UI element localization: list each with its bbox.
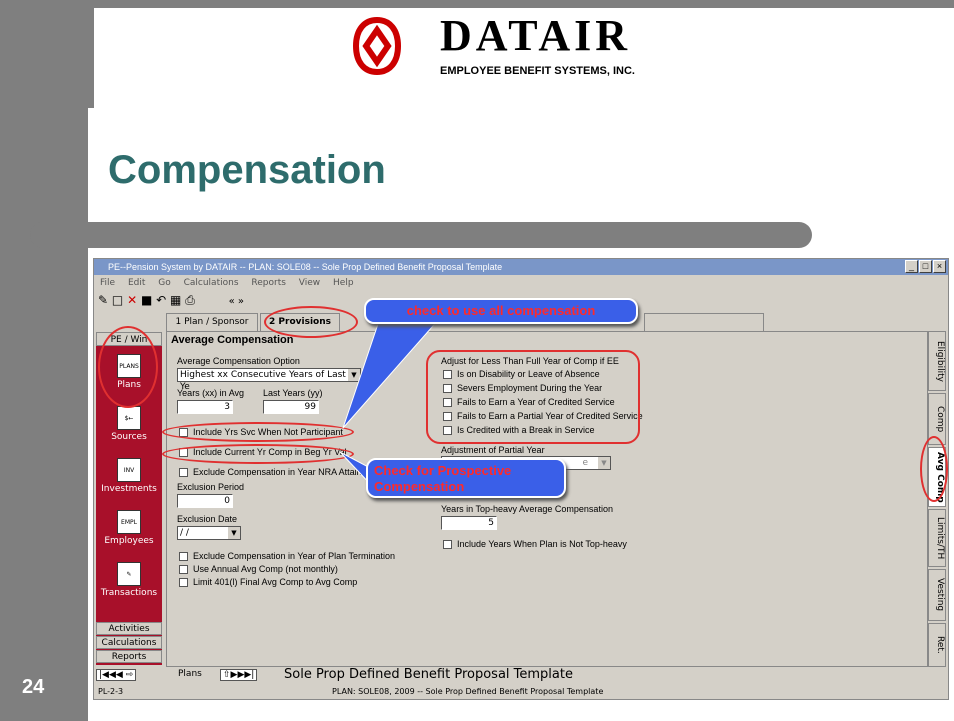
nav-employees[interactable]: EMPL Employees	[96, 510, 162, 546]
menu-file[interactable]: File	[100, 278, 115, 288]
exclude-termination-checkbox[interactable]	[179, 552, 188, 561]
close-button[interactable]: ×	[933, 260, 946, 273]
menu-view[interactable]: View	[299, 278, 320, 288]
record-navigator: |◀◀◀ ⇨ Plans ⇧▶▶▶| Sole Prop Defined Ben…	[94, 667, 948, 683]
exclusion-date-label: Exclusion Date	[177, 514, 238, 524]
adjust-highlight-ring	[426, 350, 640, 444]
sources-icon: $←	[117, 406, 141, 430]
nav-arrows[interactable]: « »	[229, 296, 244, 307]
nav-calculations[interactable]: Calculations	[96, 636, 162, 649]
last-years-label: Last Years (yy)	[263, 388, 323, 398]
status-bar: PL-2-3 PLAN: SOLE08, 2009 -- Sole Prop D…	[94, 685, 948, 699]
tab-ret[interactable]: Ret.	[928, 623, 946, 667]
yrs-svc-highlight-ring	[162, 422, 354, 442]
undo-icon[interactable]: ↶	[156, 293, 166, 307]
exclusion-period-label: Exclusion Period	[177, 482, 245, 492]
avg-option-label: Average Compensation Option	[177, 356, 300, 366]
window-titlebar: PE--Pension System by DATAIR -- PLAN: SO…	[94, 259, 948, 275]
next-record-button[interactable]: ⇧▶▶▶|	[220, 669, 258, 681]
menu-go[interactable]: Go	[158, 278, 170, 288]
status-code: PL-2-3	[98, 687, 124, 696]
investments-icon: INV	[117, 458, 141, 482]
limit-401-checkbox[interactable]	[179, 578, 188, 587]
years-in-avg-label: Years (xx) in Avg	[177, 388, 245, 398]
current-yr-highlight-ring	[162, 444, 354, 464]
exclude-nra-checkbox[interactable]	[179, 468, 188, 477]
datair-logo-icon	[352, 16, 402, 76]
slide-inner-edge	[88, 8, 94, 108]
nav-reports[interactable]: Reports	[96, 650, 162, 663]
provisions-highlight-ring	[264, 306, 358, 338]
years-in-avg-field[interactable]: 3	[177, 400, 233, 414]
tab-plan-sponsor[interactable]: 1 Plan / Sponsor	[166, 313, 258, 331]
avg-option-select[interactable]: Highest xx Consecutive Years of Last yy …	[177, 368, 361, 392]
slide-left-bar	[0, 0, 88, 721]
menu-reports[interactable]: Reports	[251, 278, 286, 288]
slide-divider	[30, 222, 812, 248]
transactions-icon: ✎	[117, 562, 141, 586]
maximize-button[interactable]: □	[919, 260, 932, 273]
tab-vesting[interactable]: Vesting	[928, 569, 946, 621]
nav-sources[interactable]: $← Sources	[96, 406, 162, 442]
logo-subtitle: EMPLOYEE BENEFIT SYSTEMS, INC.	[440, 65, 635, 77]
exclude-nra-label: Exclude Compensation in Year NRA Attain	[193, 467, 362, 477]
menu-calculations[interactable]: Calculations	[184, 278, 239, 288]
calculator-icon[interactable]: ▦	[170, 293, 181, 307]
callout-all-compensation: check to use all compensation	[364, 298, 638, 324]
callout-prospective: Check for Prospective Compensation	[366, 458, 566, 498]
last-years-field[interactable]: 99	[263, 400, 319, 414]
chevron-down-icon: ▼	[598, 457, 610, 469]
employees-icon: EMPL	[117, 510, 141, 534]
chevron-down-icon: ▼	[228, 527, 240, 539]
print-icon[interactable]: ⎙	[185, 293, 195, 307]
nav-investments[interactable]: INV Investments	[96, 458, 162, 494]
nav-activities[interactable]: Activities	[96, 622, 162, 635]
top-heavy-label: Years in Top-heavy Average Compensation	[441, 504, 613, 514]
avg-comp-tab-ring	[920, 436, 948, 502]
page-number: 24	[22, 676, 45, 698]
record-title: Sole Prop Defined Benefit Proposal Templ…	[284, 667, 573, 682]
tab-eligibility[interactable]: Eligibility	[928, 331, 946, 391]
delete-icon[interactable]: ✕	[127, 293, 137, 307]
limit-401-label: Limit 401(l) Final Avg Comp to Avg Comp	[193, 577, 358, 587]
plans-highlight-ring	[98, 326, 158, 408]
tab-limits-th[interactable]: Limits/TH	[928, 509, 946, 567]
section-title: Average Compensation	[171, 334, 294, 346]
find-icon[interactable]: ✎	[98, 293, 108, 307]
menu-help[interactable]: Help	[333, 278, 354, 288]
minimize-button[interactable]: _	[905, 260, 918, 273]
toolbar: ✎ □ ✕ ■ ↶ ▦ ⎙ « »	[98, 291, 244, 309]
new-icon[interactable]: □	[112, 293, 123, 307]
logo-wordmark: DATAIR	[440, 11, 632, 60]
menu-edit[interactable]: Edit	[128, 278, 145, 288]
first-record-button[interactable]: |◀◀◀ ⇨	[96, 669, 137, 681]
save-icon[interactable]: ■	[141, 293, 152, 307]
exclusion-period-field[interactable]: 0	[177, 494, 233, 508]
top-heavy-field[interactable]: 5	[441, 516, 497, 530]
include-not-topheavy-label: Include Years When Plan is Not Top-heavy	[457, 539, 627, 549]
window-title: PE--Pension System by DATAIR -- PLAN: SO…	[108, 262, 503, 272]
status-plan-line: PLAN: SOLE08, 2009 -- Sole Prop Defined …	[332, 687, 604, 696]
callout-prospective-line2: Compensation	[374, 479, 465, 494]
adjustment-partial-label: Adjustment of Partial Year	[441, 445, 545, 455]
use-annual-checkbox[interactable]	[179, 565, 188, 574]
slide-top-bar	[88, 0, 954, 8]
nav-label: Plans	[178, 669, 202, 679]
callout-prospective-line1: Check for Prospective	[374, 463, 512, 478]
exclusion-date-field[interactable]: / / ▼	[177, 526, 241, 540]
menu-bar: File Edit Go Calculations Reports View H…	[94, 276, 948, 290]
use-annual-label: Use Annual Avg Comp (not monthly)	[193, 564, 338, 574]
chevron-down-icon: ▼	[348, 369, 360, 381]
exclude-termination-label: Exclude Compensation in Year of Plan Ter…	[193, 551, 395, 561]
include-not-topheavy-checkbox[interactable]	[443, 540, 452, 549]
slide-title: Compensation	[108, 148, 386, 192]
nav-transactions[interactable]: ✎ Transactions	[96, 562, 162, 598]
tab-extra[interactable]	[644, 313, 764, 331]
